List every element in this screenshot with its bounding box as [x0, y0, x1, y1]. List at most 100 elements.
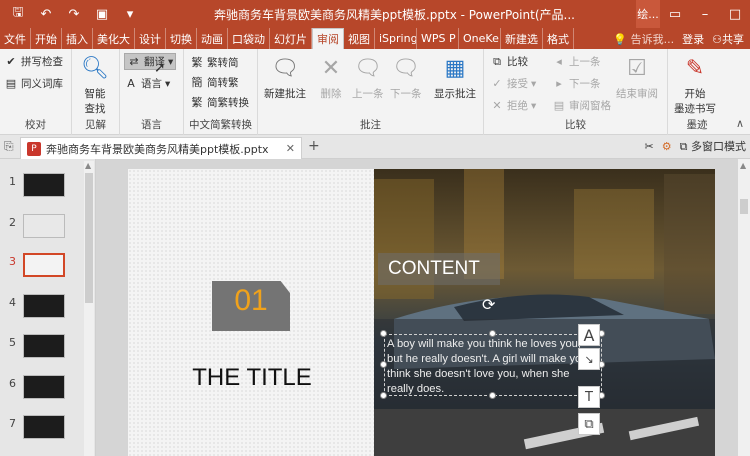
- car-photo[interactable]: CONTENT ⟳ A boy will make you think he l…: [374, 169, 715, 456]
- reviewing-pane-button[interactable]: ▤ 审阅窗格: [552, 98, 611, 113]
- previous-comment-button[interactable]: 🗨 上一条: [352, 53, 384, 101]
- to-simplified-label: 繁转简: [207, 56, 239, 69]
- resize-handle[interactable]: [489, 330, 496, 337]
- thumbnail-item[interactable]: 1: [0, 173, 80, 205]
- login-link[interactable]: 登录: [682, 31, 704, 47]
- document-icon[interactable]: ⎘: [4, 139, 14, 154]
- compare-button[interactable]: ⧉ 比较: [490, 54, 528, 69]
- resize-handle[interactable]: [380, 392, 387, 399]
- title-bar: 🖫 ↶ ↷ ▣ ▾ 奔驰商务车背景欧美商务风精美ppt模板.pptx - Pow…: [0, 0, 750, 28]
- thumbnail-item[interactable]: 5: [0, 334, 80, 366]
- tab-home[interactable]: 开始: [31, 28, 62, 49]
- pin-icon[interactable]: ✂: [645, 140, 654, 153]
- next-comment-label: 下一条: [390, 88, 422, 100]
- text-style-icon[interactable]: A: [578, 324, 600, 346]
- thumbnail-image: [23, 214, 65, 238]
- tab-file[interactable]: 文件: [0, 28, 31, 49]
- thesaurus-button[interactable]: ▤ 同义词库: [4, 76, 63, 91]
- smart-lookup-button[interactable]: 🔍︎ 智能 查找: [80, 53, 110, 116]
- show-comments-button[interactable]: ▦ 显示批注: [434, 53, 476, 101]
- reject-button[interactable]: ✕ 拒绝 ▾: [490, 98, 536, 113]
- next-comment-button[interactable]: 🗨 下一条: [390, 53, 422, 101]
- document-tab[interactable]: P 奔驰商务车背景欧美商务风精美ppt模板.pptx ✕: [20, 137, 302, 159]
- thumbnail-item-selected[interactable]: 3: [0, 253, 80, 285]
- start-inking-button[interactable]: ✎ 开始 墨迹书写: [674, 53, 716, 116]
- compare-icon: ⧉: [493, 54, 501, 68]
- tab-pocket[interactable]: 口袋动: [228, 28, 270, 49]
- scrollbar-thumb[interactable]: [740, 199, 748, 214]
- redo-icon[interactable]: ↷: [60, 3, 88, 25]
- tell-me-label: 告诉我...: [630, 32, 675, 46]
- resize-handle[interactable]: [489, 392, 496, 399]
- account-button[interactable]: 绘...: [636, 0, 660, 28]
- tab-insert[interactable]: 插入: [62, 28, 93, 49]
- tab-design[interactable]: 设计: [135, 28, 166, 49]
- thumbnail-item[interactable]: 4: [0, 294, 80, 326]
- thumbnail-number: 4: [9, 296, 16, 309]
- resize-handle[interactable]: [380, 361, 387, 368]
- close-tab-icon[interactable]: ✕: [286, 142, 295, 155]
- thumbnail-item[interactable]: 2: [0, 214, 80, 246]
- tab-animations[interactable]: 动画: [197, 28, 228, 49]
- translate-button[interactable]: ⇄ 翻译 ▾: [124, 53, 177, 70]
- tab-ispring[interactable]: iSpring: [375, 28, 417, 49]
- language-button[interactable]: A 语言 ▾: [124, 76, 170, 91]
- thumbnail-number: 6: [9, 377, 16, 390]
- tab-beautify[interactable]: 美化大: [93, 28, 135, 49]
- scrollbar-thumb[interactable]: [85, 173, 93, 303]
- group-chinese-conversion: 繁繁转简 簡简转繁 繁简繁转换 中文简繁转换: [184, 49, 258, 135]
- rotate-handle-icon[interactable]: ⟳: [482, 295, 495, 314]
- thumbnail-item[interactable]: 6: [0, 375, 80, 407]
- undo-icon[interactable]: ↶: [32, 3, 60, 25]
- previous-change-button[interactable]: ◂ 上一条: [552, 54, 600, 69]
- share-button[interactable]: ⚇共享: [712, 31, 744, 47]
- maximize-icon[interactable]: □: [720, 7, 750, 22]
- tab-format[interactable]: 格式: [543, 28, 574, 49]
- slide-title[interactable]: THE TITLE: [172, 364, 332, 392]
- to-simplified-button[interactable]: 繁繁转简: [190, 54, 239, 70]
- tab-wps[interactable]: WPS P: [417, 28, 459, 49]
- tab-new-select[interactable]: 新建选: [501, 28, 543, 49]
- customize-qat-icon[interactable]: ▾: [116, 3, 144, 25]
- gear-icon[interactable]: ⚙: [662, 140, 672, 153]
- thumbnail-image: [23, 253, 65, 277]
- collapse-ribbon-icon[interactable]: ∧: [736, 117, 744, 130]
- end-review-label: 结束审阅: [616, 88, 658, 100]
- scroll-up-icon[interactable]: ▲: [740, 161, 746, 170]
- slide-number-text[interactable]: 01: [212, 284, 290, 318]
- next-change-icon: ▸: [556, 77, 562, 90]
- tab-transitions[interactable]: 切换: [166, 28, 197, 49]
- to-simplified-icon: 繁: [191, 56, 203, 69]
- canvas-scrollbar[interactable]: ▲: [738, 159, 750, 456]
- tab-view[interactable]: 视图: [344, 28, 375, 49]
- present-icon[interactable]: ▣: [88, 3, 116, 25]
- save-icon[interactable]: 🖫: [4, 3, 32, 25]
- next-change-button[interactable]: ▸ 下一条: [552, 76, 600, 91]
- accept-button[interactable]: ✓ 接受 ▾: [490, 76, 536, 91]
- resize-handle[interactable]: [380, 330, 387, 337]
- to-traditional-button[interactable]: 簡简转繁: [190, 74, 239, 90]
- end-review-button[interactable]: ☑ 结束审阅: [616, 53, 658, 101]
- new-tab-icon[interactable]: +: [308, 138, 320, 154]
- tab-review[interactable]: 审阅: [312, 28, 344, 49]
- tab-onekey[interactable]: OneKe: [459, 28, 501, 49]
- content-heading[interactable]: CONTENT: [378, 253, 500, 285]
- reject-icon: ✕: [492, 99, 502, 112]
- minimize-icon[interactable]: –: [690, 7, 720, 22]
- ribbon-display-icon[interactable]: ▭: [660, 7, 690, 22]
- tab-slideshow[interactable]: 幻灯片: [270, 28, 312, 49]
- multi-window-button[interactable]: ⧉ 多窗口模式: [680, 138, 746, 154]
- convert-button[interactable]: 繁简繁转换: [190, 94, 250, 110]
- body-textbox[interactable]: A boy will make you think he loves you, …: [384, 334, 602, 396]
- shape-format-icon[interactable]: ↘: [578, 348, 600, 370]
- thumbnail-scrollbar[interactable]: ▲: [84, 161, 94, 456]
- thumbnail-item[interactable]: 7: [0, 415, 80, 447]
- new-comment-button[interactable]: 🗨 新建批注: [264, 53, 306, 101]
- textbox-layout-icon[interactable]: T: [578, 386, 600, 408]
- scroll-up-icon[interactable]: ▲: [85, 161, 91, 170]
- multi-window-icon: ⧉: [679, 140, 688, 153]
- arrange-icon[interactable]: ⧉: [578, 413, 600, 435]
- delete-comment-button[interactable]: ✕ 删除: [316, 53, 346, 101]
- tell-me-search[interactable]: 💡 告诉我...: [613, 31, 674, 47]
- spell-check-button[interactable]: ✔ 拼写检查: [4, 54, 63, 69]
